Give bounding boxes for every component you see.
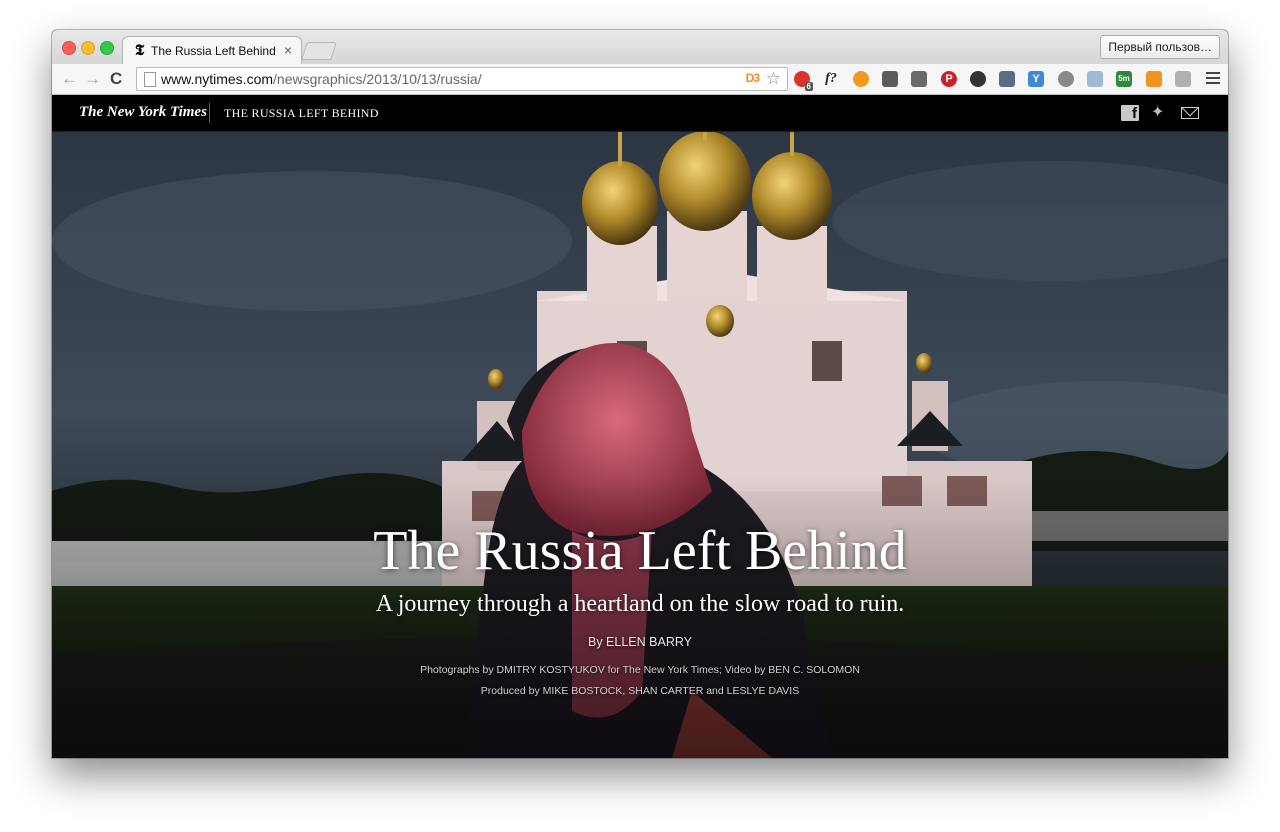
eyedropper-icon[interactable]: [999, 71, 1015, 87]
nyt-favicon-icon: 𝕿: [135, 43, 145, 59]
adblock-badge: 6: [804, 82, 813, 91]
adblock-icon[interactable]: 6: [794, 71, 813, 91]
credit-photos: Photographs by DMITRY KOSTYUKOV for The …: [420, 664, 860, 676]
facebook-glyph: f: [1132, 105, 1137, 122]
page-icon: [144, 72, 156, 87]
evernote-icon[interactable]: [882, 71, 898, 87]
tab-title: The Russia Left Behind: [151, 44, 276, 58]
byline: By ELLEN BARRY: [588, 635, 692, 649]
forward-button[interactable]: →: [84, 69, 101, 89]
section-title[interactable]: THE RUSSIA LEFT BEHIND: [224, 106, 379, 121]
analytics-icon[interactable]: [1146, 71, 1162, 87]
pinterest-icon[interactable]: P: [941, 71, 957, 87]
browser-toolbar: ← → C www.nytimes.com/newsgraphics/2013/…: [52, 64, 1228, 95]
browser-window: 𝕿 The Russia Left Behind × Первый пользо…: [52, 30, 1228, 758]
twitter-icon[interactable]: ✦: [1151, 105, 1169, 121]
hero-subtitle: A journey through a heartland on the slo…: [375, 591, 905, 617]
window-maximize-button[interactable]: [100, 41, 114, 55]
page-content: The New York Times THE RUSSIA LEFT BEHIN…: [52, 95, 1228, 758]
reload-button[interactable]: C: [110, 69, 122, 89]
email-icon[interactable]: [1181, 107, 1199, 119]
tab-close-icon[interactable]: ×: [284, 42, 292, 58]
tab-active[interactable]: 𝕿 The Russia Left Behind ×: [122, 36, 302, 65]
hero-title: The Russia Left Behind: [373, 520, 907, 582]
hero: The Russia Left Behind A journey through…: [52, 131, 1228, 758]
fx-icon[interactable]: f?: [823, 71, 839, 87]
paw-icon[interactable]: [1175, 71, 1191, 87]
bookmark-star-icon[interactable]: ☆: [766, 69, 781, 89]
flame-icon[interactable]: [853, 71, 869, 87]
y-icon[interactable]: Y: [1028, 71, 1044, 87]
nyt-logo[interactable]: The New York Times: [79, 104, 207, 121]
masthead: The New York Times THE RUSSIA LEFT BEHIN…: [52, 95, 1228, 132]
url-path: /newsgraphics/2013/10/13/russia/: [273, 71, 482, 87]
reader-icon[interactable]: [1087, 71, 1103, 87]
url-host: www.nytimes.com: [161, 71, 274, 87]
credit-produced: Produced by MIKE BOSTOCK, SHAN CARTER an…: [480, 685, 800, 697]
address-bar[interactable]: www.nytimes.com/newsgraphics/2013/10/13/…: [136, 67, 788, 91]
hero-text: The Russia Left Behind A journey through…: [52, 131, 1228, 758]
back-button[interactable]: ←: [61, 69, 78, 89]
refresh-circle-icon[interactable]: [1058, 71, 1074, 87]
d3-icon[interactable]: D3: [746, 71, 760, 85]
color-picker-icon[interactable]: [970, 71, 986, 87]
window-minimize-button[interactable]: [81, 41, 95, 55]
menu-icon[interactable]: [1206, 72, 1220, 84]
new-tab-button[interactable]: [301, 42, 337, 60]
tab-strip: 𝕿 The Russia Left Behind × Первый пользо…: [52, 30, 1228, 65]
timer-icon[interactable]: 5m: [1116, 71, 1132, 87]
pocket-icon[interactable]: [911, 71, 927, 87]
profile-button[interactable]: Первый пользов…: [1100, 35, 1220, 59]
url-text[interactable]: www.nytimes.com/newsgraphics/2013/10/13/…: [161, 71, 482, 87]
facebook-icon[interactable]: f: [1121, 105, 1139, 122]
window-close-button[interactable]: [62, 41, 76, 55]
masthead-divider: [209, 103, 210, 123]
